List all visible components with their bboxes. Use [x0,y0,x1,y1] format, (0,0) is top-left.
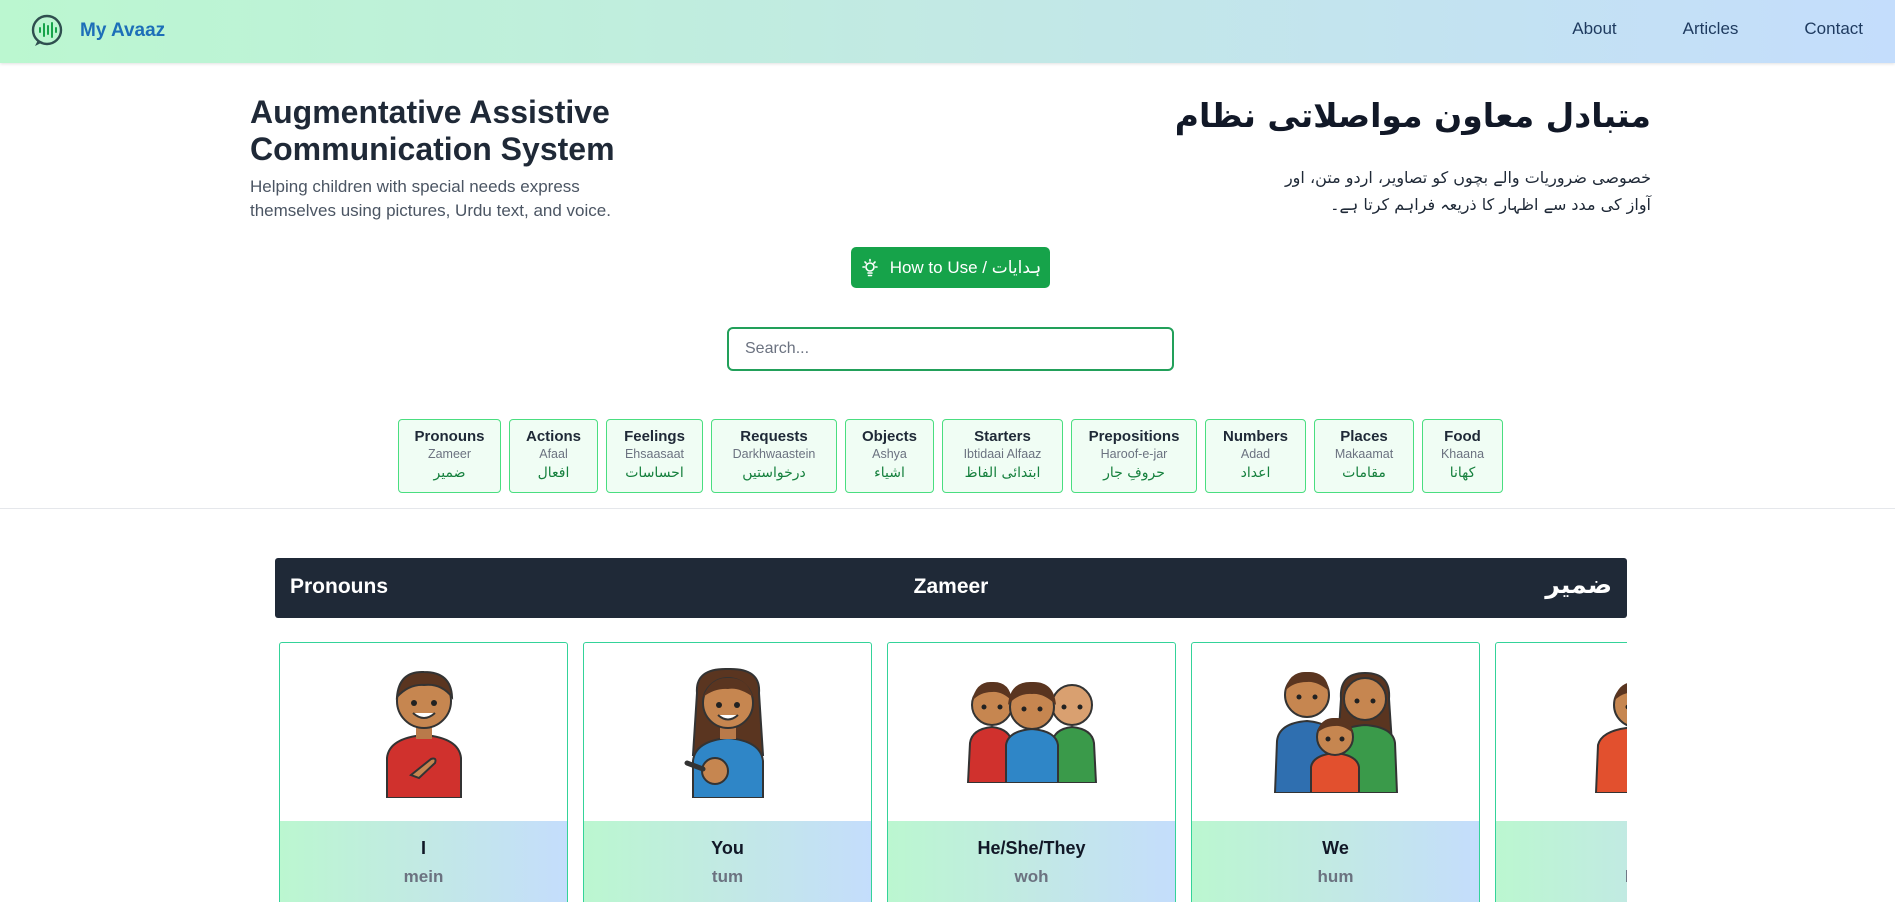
child-pointing-self-icon [385,670,462,798]
group-of-children-icon [966,681,1097,783]
card-word-english: He/She/They [977,838,1086,858]
category-label: Food [1444,428,1481,445]
category-urdu: افعال [537,465,570,481]
category-transliteration: Makaamat [1334,447,1394,461]
card-word-transliteration: hum [1317,867,1354,886]
category-urdu: احساسات [625,465,684,481]
girl-pointing-forward-icon [684,667,764,798]
card-illustration [584,643,871,821]
category-urdu: درخواستیں [742,465,806,481]
category-label: Prepositions [1088,428,1180,445]
brand-link[interactable]: My Avaaz [30,13,165,49]
nav-link-about[interactable]: About [1572,19,1616,39]
section-divider [0,508,1895,509]
category-label: Objects [861,428,918,445]
children-icon [1594,683,1627,793]
category-label: Places [1340,428,1388,445]
card-word-transliteration: bac [1496,867,1627,887]
card-word-english: We [1322,838,1349,858]
card-word-transliteration: woh [1014,867,1049,886]
word-card-i[interactable]: I mein [279,642,568,902]
chat-waveform-icon [31,14,63,46]
hero-subtitle: Helping children with special needs expr… [250,177,611,220]
category-label: Requests [740,428,808,445]
category-urdu: مقامات [1342,465,1386,481]
category-urdu: ابتدائی الفاظ [964,465,1041,481]
category-numbers[interactable]: Numbers Adad اعداد [1205,419,1306,493]
card-illustration [888,643,1175,821]
category-transliteration: Darkhwaastein [732,447,816,461]
category-transliteration: Haroof-e-jar [1100,447,1168,461]
card-word-english: I [420,838,426,858]
card-illustration [1496,643,1627,821]
category-urdu: اشیاء [874,465,905,481]
card-illustration [1192,643,1479,821]
hero-title: Augmentative Assistive Communication Sys… [250,94,615,167]
card-word-english: You [711,838,744,858]
card-caption: He/She/They woh [888,821,1175,902]
how-to-use-label: How to Use / ہدایات [889,258,1042,277]
category-actions[interactable]: Actions Afaal افعال [509,419,598,493]
category-transliteration: Afaal [539,447,568,461]
category-urdu: اعداد [1240,465,1271,481]
category-label: Numbers [1222,428,1289,445]
section-title-urdu: ضمیر [1545,570,1612,599]
category-objects[interactable]: Objects Ashya اشیاء [845,419,934,493]
word-card-grid: I mein You tum He/She/They woh We hum [275,642,1627,902]
word-card-children[interactable]: C bac [1495,642,1627,902]
category-urdu: حروفِ جار [1103,465,1165,481]
category-transliteration: Zameer [427,447,472,461]
card-word-transliteration: mein [403,867,444,886]
brand-name: My Avaaz [80,20,166,41]
section-title-transliteration: Zameer [913,575,989,598]
section-header: Pronouns Zameer ضمیر [275,558,1627,618]
card-illustration [280,643,567,821]
card-caption: I mein [280,821,567,902]
category-tabs: Pronouns Zameer ضمیر Actions Afaal افعال… [398,419,1503,493]
category-urdu: ضمیر [433,465,466,481]
category-transliteration: Ibtidaai Alfaaz [963,447,1042,461]
category-urdu: کھانا [1449,465,1476,481]
nav-link-contact[interactable]: Contact [1804,19,1863,39]
category-places[interactable]: Places Makaamat مقامات [1314,419,1414,493]
category-feelings[interactable]: Feelings Ehsaasaat احساسات [606,419,703,493]
card-word-english: C [1496,838,1627,859]
card-caption: We hum [1192,821,1479,902]
search-input[interactable] [727,327,1174,371]
category-transliteration: Adad [1240,447,1271,461]
category-transliteration: Ehsaasaat [624,447,685,461]
category-transliteration: Ashya [872,447,907,461]
word-card-he-she-they[interactable]: He/She/They woh [887,642,1176,902]
top-navbar: My Avaaz About Articles Contact [0,0,1895,63]
nav-link-articles[interactable]: Articles [1683,19,1739,39]
family-hug-icon [1273,671,1398,793]
word-card-we[interactable]: We hum [1191,642,1480,902]
category-label: Starters [974,428,1031,445]
how-to-use-button[interactable]: How to Use / ہدایات [851,247,1050,288]
category-label: Actions [525,428,581,445]
nav-links: About Articles Contact [1572,19,1863,39]
category-label: Pronouns [414,428,485,445]
card-word-transliteration: tum [711,867,744,886]
card-caption: C bac [1496,821,1627,902]
category-pronouns[interactable]: Pronouns Zameer ضمیر [398,419,501,493]
hero-urdu-subtitle: خصوصی ضروریات والے بچوں کو تصاویر، اردو … [1284,168,1651,214]
category-requests[interactable]: Requests Darkhwaastein درخواستیں [711,419,837,493]
category-food[interactable]: Food Khaana کھانا [1422,419,1503,493]
card-caption: You tum [584,821,871,902]
category-starters[interactable]: Starters Ibtidaai Alfaaz ابتدائی الفاظ [942,419,1063,493]
lightbulb-icon [861,258,878,276]
category-label: Feelings [624,428,685,445]
word-card-you[interactable]: You tum [583,642,872,902]
hero-urdu-title: متبادل معاون مواصلاتی نظام [1174,96,1651,135]
category-prepositions[interactable]: Prepositions Haroof-e-jar حروفِ جار [1071,419,1197,493]
category-transliteration: Khaana [1440,447,1485,461]
